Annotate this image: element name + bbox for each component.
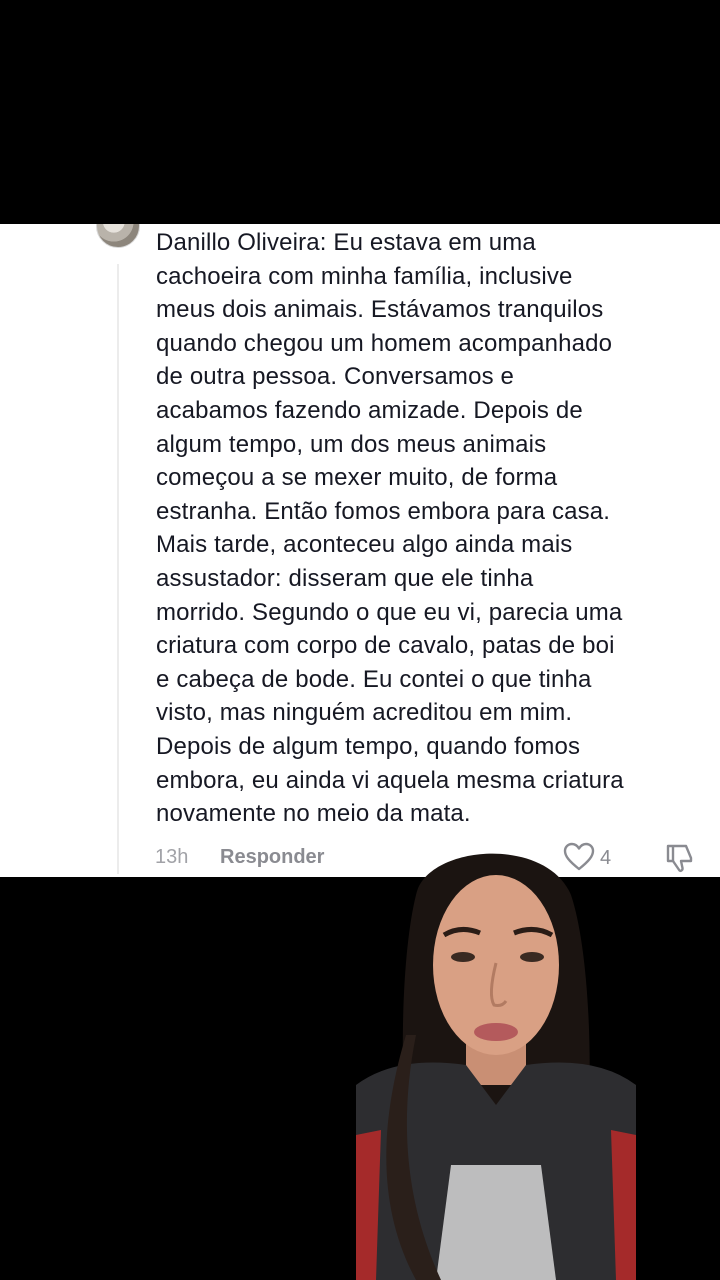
comment-text: Danillo Oliveira: Eu estava em uma cacho… (156, 229, 624, 828)
avatar[interactable] (96, 224, 140, 248)
comment-timestamp: 13h (155, 846, 189, 868)
presenter-video (356, 853, 636, 1280)
video-top-area (0, 0, 720, 224)
comment-card: Danillo Oliveira: Eu estava em uma cacho… (0, 224, 720, 877)
reply-thread-line (117, 264, 119, 874)
reply-button[interactable]: Responder (220, 846, 324, 869)
thumbs-down-icon[interactable] (664, 842, 696, 874)
